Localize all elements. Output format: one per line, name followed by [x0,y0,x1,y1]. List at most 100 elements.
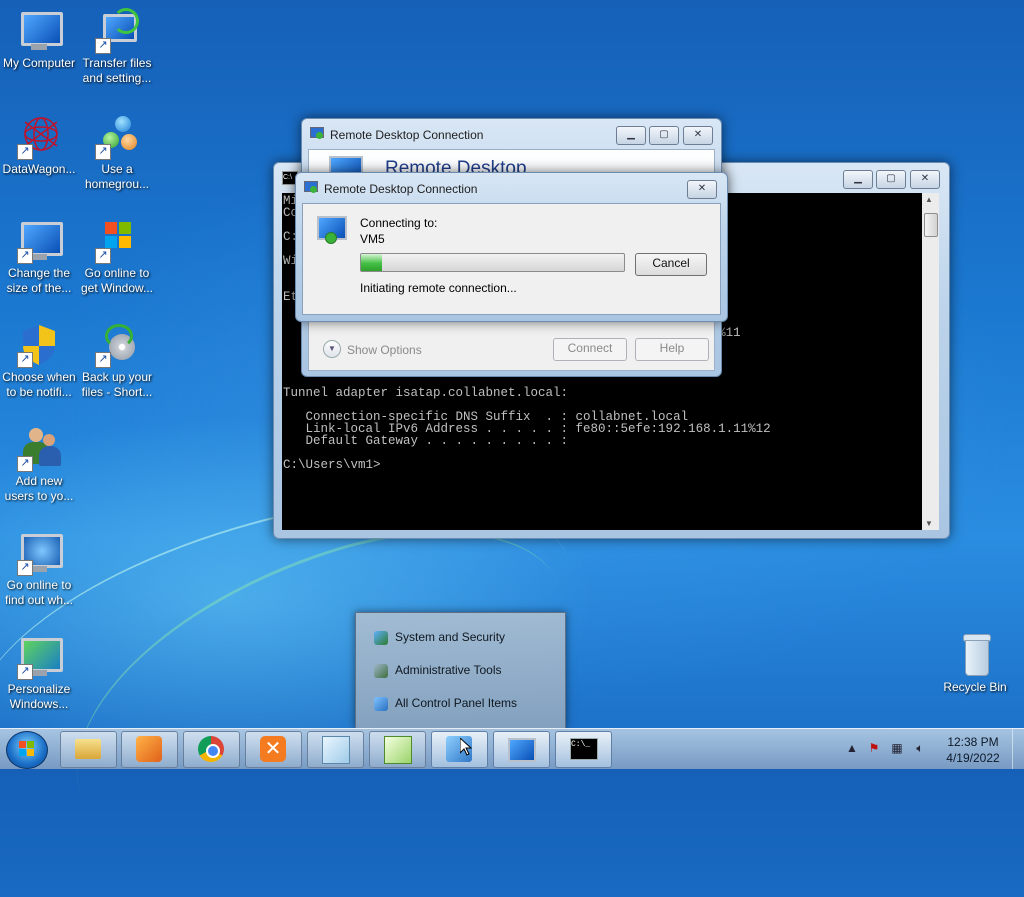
desktop-icon-label: Use a homegrou... [84,162,150,191]
desktop-icon-label: Change the size of the... [6,266,72,295]
scroll-thumb[interactable] [924,213,938,237]
close-button[interactable]: ✕ [687,180,717,199]
windows-logo-icon: ↗ [93,218,141,264]
desktop-icon-my-computer[interactable]: My Computer [0,8,78,71]
host-name: VM5 [360,232,385,246]
show-options-link[interactable]: Show Options [347,343,422,357]
shortcut-arrow-icon: ↗ [17,248,33,264]
desktop-icon-homegroup[interactable]: ↗ Use a homegrou... [78,114,156,192]
desktop-icon-label: Recycle Bin [943,680,1007,694]
folder-icon [75,739,101,759]
backup-icon: ↗ [93,322,141,368]
recycle-bin-icon [951,632,999,678]
progress-fill [361,254,383,271]
desktop-icon-label: Go online to find out wh... [4,578,74,607]
help-button[interactable]: Help [635,338,709,361]
maximize-button[interactable]: ▢ [649,126,679,145]
show-hidden-icons-icon[interactable]: ▲ [845,741,859,755]
desktop-icon-label: Back up your files - Short... [81,370,153,399]
desktop-icon-label: Choose when to be notifi... [2,370,76,399]
mouse-cursor-icon [460,738,472,756]
shortcut-arrow-icon: ↗ [95,352,111,368]
control-panel-icon [374,630,388,645]
desktop-icon-label: Go online to get Window... [80,266,154,295]
taskbar-media-player[interactable] [121,731,178,768]
console-icon: C:\_ [570,738,598,760]
connecting-to-label: Connecting to: [360,216,438,230]
remote-desktop-icon [304,181,318,193]
rdc-dialog-titlebar[interactable]: Remote Desktop Connection [296,173,727,203]
shortcut-arrow-icon: ↗ [95,248,111,264]
console-scrollbar[interactable]: ▲ ▼ [922,193,939,530]
shortcut-arrow-icon: ↗ [17,560,33,576]
jumplist-item-label: All Control Panel Items [395,696,518,710]
users-icon: ↗ [15,426,63,472]
connection-globe-icon [325,232,337,244]
scroll-up-icon[interactable]: ▲ [925,195,933,204]
desktop-icon-change-size[interactable]: ↗ Change the size of the... [0,218,78,296]
shortcut-arrow-icon: ↗ [95,38,111,54]
desktop-icon-datawagon[interactable]: ↗ DataWagon... [0,114,78,177]
taskbar-explorer[interactable] [60,731,117,768]
close-button[interactable]: ✕ [910,170,940,189]
taskbar: ✕ C:\_ ▲ ⚑ ▦ 🔈︎ 12:38 PM 4/19/2022 [0,728,1024,769]
taskbar-command-prompt[interactable]: C:\_ [555,731,612,768]
taskbar-xampp[interactable]: ✕ [245,731,302,768]
desktop-icon-label: My Computer [2,56,76,70]
cancel-button[interactable]: Cancel [635,253,707,276]
connect-button[interactable]: Connect [553,338,627,361]
network-icon[interactable]: ▦ [890,741,904,755]
console-line: C:\Users\vm1> [283,458,381,472]
desktop-icon-transfer-files[interactable]: ↗ Transfer files and setting... [78,8,156,86]
desktop-icon-find-out[interactable]: ↗ Go online to find out wh... [0,530,78,608]
rdc-connecting-dialog[interactable]: Remote Desktop Connection ✕ Connecting t… [295,172,728,322]
taskbar-chrome[interactable] [183,731,240,768]
notepadpp-icon [384,736,412,764]
remote-desktop-icon [508,738,536,762]
close-button[interactable]: ✕ [683,126,713,145]
jumplist-item-label: Administrative Tools [395,663,502,677]
desktop-icon-add-users[interactable]: ↗ Add new users to yo... [0,426,78,504]
chrome-icon [198,736,224,762]
desktop-icon-recycle-bin[interactable]: Recycle Bin [936,632,1014,695]
connection-status: Initiating remote connection... [360,281,517,295]
minimize-button[interactable]: ▁ [843,170,873,189]
personalize-icon: ↗ [15,634,63,680]
chevron-down-icon[interactable]: ▼ [323,340,341,358]
connection-progress-bar [360,253,625,272]
jumplist-item-system-security[interactable]: System and Security [374,626,505,648]
windows-logo-icon [19,741,26,748]
rdc-main-title: Remote Desktop Connection [330,128,484,142]
jumplist-item-label: System and Security [395,630,506,644]
console-line: Default Gateway . . . . . . . . . : [283,434,569,448]
clock-date: 4/19/2022 [946,751,1000,765]
taskbar-notepad[interactable] [307,731,364,768]
jumplist-item-admin-tools[interactable]: Administrative Tools [374,659,502,681]
show-desktop-button[interactable] [1012,729,1024,769]
transfer-icon: ↗ [93,8,141,54]
shortcut-arrow-icon: ↗ [17,352,33,368]
xampp-icon: ✕ [260,736,286,762]
media-player-icon [136,736,162,762]
control-panel-jumplist: System and Security Administrative Tools… [355,612,566,729]
minimize-button[interactable]: ▁ [616,126,646,145]
jumplist-item-all-items[interactable]: All Control Panel Items [374,692,517,714]
desktop-icon-uac-notify[interactable]: ↗ Choose when to be notifi... [0,322,78,400]
console-line: Tunnel adapter isatap.collabnet.local: [283,386,569,400]
shortcut-arrow-icon: ↗ [17,456,33,472]
desktop-icon-backup[interactable]: ↗ Back up your files - Short... [78,322,156,400]
rdc-dialog-client: Connecting to: VM5 Cancel Initiating rem… [302,203,721,315]
taskbar-remote-desktop[interactable] [493,731,550,768]
control-panel-icon [374,663,388,678]
display-settings-icon: ↗ [15,218,63,264]
shield-icon: ↗ [15,322,63,368]
system-clock[interactable]: 12:38 PM 4/19/2022 [938,734,1008,766]
maximize-button[interactable]: ▢ [876,170,906,189]
desktop-icon-windows-online[interactable]: ↗ Go online to get Window... [78,218,156,296]
scroll-down-icon[interactable]: ▼ [925,519,933,528]
start-button[interactable] [6,731,48,769]
desktop-icon-personalize[interactable]: ↗ Personalize Windows... [0,634,78,712]
volume-icon[interactable]: 🔈︎ [913,741,927,755]
taskbar-notepadpp[interactable] [369,731,426,768]
action-center-icon[interactable]: ⚑ [867,741,881,755]
